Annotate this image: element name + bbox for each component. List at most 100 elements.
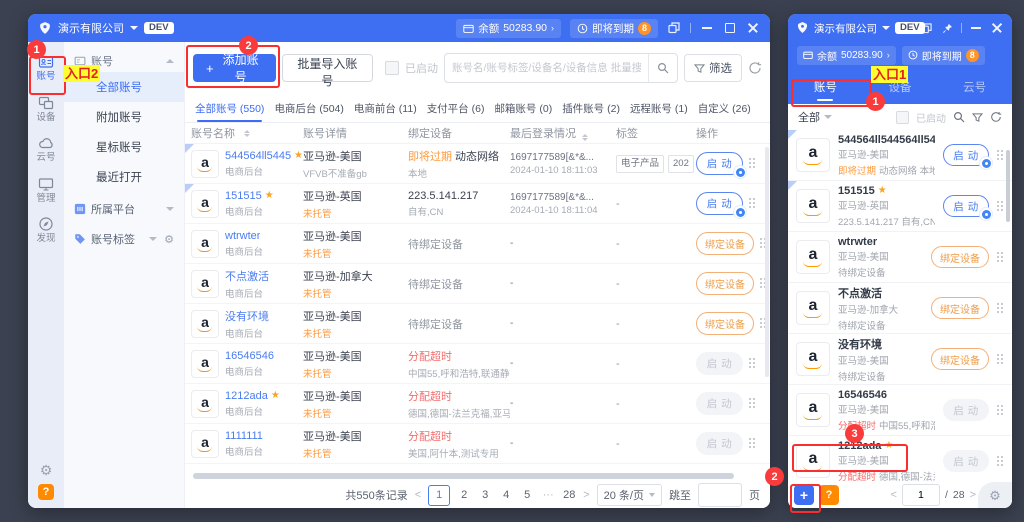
page-4[interactable]: 4 <box>499 489 513 501</box>
sidebar-item-recent[interactable]: 最近打开 <box>64 162 184 192</box>
table-row[interactable]: a 1212ada★ 电商后台 亚马逊-美国未托管 分配超时德国,德国-法兰克福,亚马逊… <box>185 384 770 424</box>
page-input[interactable] <box>901 484 940 506</box>
bind-device-button[interactable]: 绑定设备 <box>696 272 754 295</box>
rail-item-cloud[interactable]: 云号 <box>30 133 62 165</box>
prev-page-button[interactable]: < <box>415 489 421 501</box>
bind-device-button[interactable]: 绑定设备 <box>696 312 754 335</box>
page-size-select[interactable]: 20 条/页 <box>596 484 662 506</box>
col-last-login[interactable]: 最后登录情况 <box>510 125 616 141</box>
list-item[interactable]: a16546546亚马逊-美国分配超时中国55,呼和浩特,联...启 动 <box>788 385 1012 436</box>
maximize-button[interactable] <box>723 21 737 35</box>
table-row[interactable]: a 544564ll544564...★ 电商后台 亚马逊-美国VFVB不准备gb 即将… <box>185 144 770 184</box>
search-icon[interactable] <box>953 111 965 123</box>
main-tab-6[interactable]: 远程账号 (1) <box>630 94 688 122</box>
next-page-button[interactable]: > <box>970 489 976 501</box>
bind-device-button[interactable]: 绑定设备 <box>931 348 989 370</box>
sort-icon[interactable] <box>244 129 250 137</box>
more-actions-icon[interactable] <box>997 353 1004 365</box>
expire-pill[interactable]: 即将到期 8 <box>901 45 985 65</box>
more-actions-icon[interactable] <box>997 251 1004 263</box>
launch-button[interactable]: 启 动 <box>696 192 746 218</box>
jump-page-input[interactable] <box>698 483 742 507</box>
launch-button[interactable]: 启 动 <box>696 152 746 178</box>
refresh-icon[interactable] <box>990 111 1002 123</box>
refresh-icon[interactable] <box>748 61 762 75</box>
page-28[interactable]: 28 <box>562 489 576 501</box>
table-row[interactable]: a 1111111 电商后台 亚马逊-美国 未托管 分配超时 美国,阿什本,测试专用 - - 启 … <box>185 424 770 464</box>
account-name-link[interactable]: 1212ada <box>225 390 268 402</box>
prev-page-button[interactable]: < <box>891 489 897 501</box>
more-actions-icon[interactable] <box>997 455 1004 467</box>
table-row[interactable]: a wtrwter 电商后台 亚马逊-美国 未托管 待绑定设备 - - 绑定设备 <box>185 224 770 264</box>
page-1[interactable]: 1 <box>428 484 451 506</box>
table-row[interactable]: a 不点激活 电商后台 亚马逊-加拿大 未托管 待绑定设备 - - 绑定设备 <box>185 264 770 304</box>
vertical-scrollbar[interactable] <box>1006 150 1010 222</box>
account-name-link[interactable]: 1111111 <box>225 430 263 442</box>
sidebar-group-tags[interactable]: 账号标签 ⚙ <box>64 226 184 252</box>
filter-button[interactable]: 筛选 <box>684 54 742 82</box>
list-item[interactable]: a 不点激活 亚马逊-加拿大 待绑定设备 绑定设备 <box>788 283 1012 334</box>
more-actions-icon[interactable] <box>749 358 756 369</box>
company-name[interactable]: 演示有限公司 <box>814 21 877 36</box>
more-actions-icon[interactable] <box>997 200 1004 212</box>
more-actions-icon[interactable] <box>997 302 1004 314</box>
bind-device-button[interactable]: 绑定设备 <box>696 232 754 255</box>
tab-cloud[interactable]: 云号 <box>937 79 1012 104</box>
close-button[interactable] <box>990 21 1004 35</box>
main-tab-7[interactable]: 自定义 (26) <box>698 94 751 122</box>
add-button[interactable]: + <box>794 485 814 505</box>
table-row[interactable]: a 151515 ★ 电商后台 亚马逊-英国 未托管 223.5.141.217 自有,CN 1… <box>185 184 770 224</box>
all-filter-dropdown[interactable]: 全部 <box>798 109 832 125</box>
page-2[interactable]: 2 <box>457 489 471 501</box>
balance-pill[interactable]: 余额 50283.90 › <box>797 45 896 65</box>
main-tab-3[interactable]: 支付平台 (6) <box>427 94 485 122</box>
account-name-link[interactable]: dasdasdaaa <box>225 470 285 471</box>
account-name-link[interactable]: 没有环境 <box>225 308 269 324</box>
main-tab-2[interactable]: 电商前台 (11) <box>354 94 417 122</box>
col-account-name[interactable]: 账号名称 <box>191 125 303 141</box>
company-dropdown-icon[interactable] <box>130 26 138 30</box>
settings-gear-icon[interactable]: ⚙ <box>40 463 53 477</box>
main-tab-5[interactable]: 插件账号 (2) <box>562 94 620 122</box>
sidebar-group-platform[interactable]: 所属平台 <box>64 196 184 222</box>
close-button[interactable] <box>746 21 760 35</box>
sidebar-item-starred-accounts[interactable]: 星标账号 <box>64 132 184 162</box>
page-3[interactable]: 3 <box>478 489 492 501</box>
list-item[interactable]: a1212ada★亚马逊-美国分配超时德国,德国-法兰克福,...启 动 <box>788 436 1012 487</box>
minimize-button[interactable] <box>700 21 714 35</box>
launch-button[interactable]: 启 动 <box>943 144 992 169</box>
search-button[interactable] <box>648 54 677 82</box>
main-tab-0[interactable]: 全部账号 (550) <box>195 94 264 122</box>
bind-device-button[interactable]: 绑定设备 <box>931 297 989 319</box>
company-dropdown-icon[interactable] <box>882 26 890 30</box>
more-actions-icon[interactable] <box>749 398 756 409</box>
help-button[interactable]: ? <box>38 484 54 500</box>
sidebar-item-extra-accounts[interactable]: 附加账号 <box>64 102 184 132</box>
account-name-link[interactable]: wtrwter <box>225 230 260 242</box>
rail-item-devices[interactable]: 设备 <box>30 93 62 125</box>
balance-pill[interactable]: 余额 50283.90 › <box>456 18 561 38</box>
funnel-icon[interactable] <box>972 112 983 123</box>
account-name-link[interactable]: 不点激活 <box>225 268 269 284</box>
started-checkbox[interactable] <box>896 110 909 124</box>
page-5[interactable]: 5 <box>520 489 534 501</box>
more-actions-icon[interactable] <box>749 198 756 209</box>
expire-pill[interactable]: 即将到期 8 <box>570 18 658 38</box>
next-page-button[interactable]: > <box>583 489 589 501</box>
company-name[interactable]: 演示有限公司 <box>58 20 124 36</box>
main-tab-1[interactable]: 电商后台 (504) <box>274 94 343 122</box>
list-item[interactable]: a wtrwter 亚马逊-美国 待绑定设备 绑定设备 <box>788 232 1012 283</box>
collapse-icon[interactable] <box>166 59 174 63</box>
main-tab-4[interactable]: 邮箱账号 (0) <box>494 94 552 122</box>
account-name-link[interactable]: 16546546 <box>225 350 274 362</box>
more-actions-icon[interactable] <box>749 438 756 449</box>
table-row[interactable]: a 没有环境 电商后台 亚马逊-美国 未托管 待绑定设备 - - 绑定设备 <box>185 304 770 344</box>
batch-import-button[interactable]: 批量导入账号 <box>281 54 374 88</box>
more-actions-icon[interactable] <box>997 149 1004 161</box>
account-name-link[interactable]: 151515 <box>225 190 262 202</box>
minimize-button[interactable] <box>969 21 983 35</box>
add-account-button[interactable]: + 添加账号 <box>193 53 276 84</box>
rail-item-manage[interactable]: 管理 <box>30 174 62 206</box>
vertical-scrollbar[interactable] <box>765 147 769 377</box>
bind-device-button[interactable]: 绑定设备 <box>931 246 989 268</box>
